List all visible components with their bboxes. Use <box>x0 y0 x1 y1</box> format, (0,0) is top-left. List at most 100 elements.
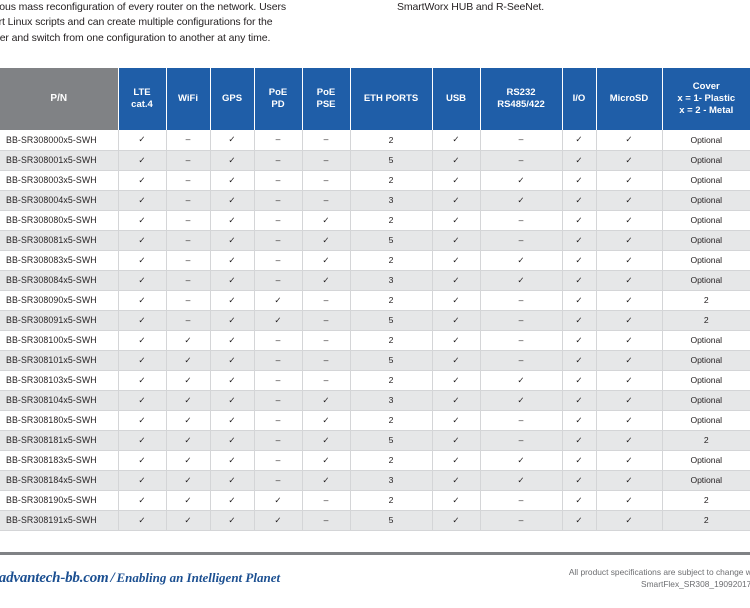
cell-microsd: ✓ <box>595 330 662 351</box>
cell-microsd: ✓ <box>595 430 662 451</box>
cell-lte: ✓ <box>117 270 166 291</box>
cell-wifi: – <box>165 190 210 211</box>
cell-microsd: ✓ <box>595 270 662 291</box>
cell-eth-ports: 2 <box>349 130 432 151</box>
cell-lte: ✓ <box>117 130 166 151</box>
cell-cover: Optional <box>661 270 750 291</box>
cell-pn: BB-SR308091x5-SWH <box>0 310 118 331</box>
cell-poe-pse: – <box>301 150 350 171</box>
table-body: BB-SR308000x5-SWH ✓ – ✓ – –2 ✓ – ✓ ✓ Optional BB-SR… <box>0 130 750 531</box>
footer-disclaimer-line-1: All product specifications are subject t… <box>568 567 750 577</box>
cell-usb: ✓ <box>431 290 480 311</box>
cell-rs232-rs485: – <box>479 150 562 171</box>
column-header-io: I/O <box>561 68 597 130</box>
cell-io: ✓ <box>561 510 596 531</box>
cell-gps: ✓ <box>209 410 254 431</box>
cell-poe-pd: – <box>253 250 302 271</box>
cell-gps: ✓ <box>209 270 254 291</box>
column-header-lte: LTE cat.4 <box>117 68 167 130</box>
cell-io: ✓ <box>561 430 596 451</box>
cell-poe-pse: ✓ <box>301 410 350 431</box>
table-row: BB-SR308084x5-SWH ✓ – ✓ – ✓ 3 ✓ ✓ ✓ ✓ Optional <box>0 270 750 291</box>
cell-poe-pd: – <box>253 470 302 491</box>
cell-wifi: ✓ <box>165 350 210 371</box>
column-header-rs-line-2: RS485/422 <box>497 99 545 110</box>
cell-cover: Optional <box>661 190 750 211</box>
cell-rs232-rs485: – <box>479 230 562 251</box>
cell-gps: ✓ <box>209 330 254 351</box>
cell-lte: ✓ <box>117 390 166 411</box>
column-header-poe-pd-line-2: PD <box>271 99 285 110</box>
cell-usb: ✓ <box>431 350 480 371</box>
footer-url-text: w.advantech-bb.com <box>0 570 109 586</box>
column-header-rs-line-1: RS232 <box>506 87 536 98</box>
cell-usb: ✓ <box>431 410 480 431</box>
cell-gps: ✓ <box>209 490 254 511</box>
cell-cover: 2 <box>661 490 750 511</box>
cell-usb: ✓ <box>431 470 480 491</box>
cell-poe-pse: – <box>301 490 350 511</box>
cell-poe-pse: – <box>301 510 350 531</box>
cell-io: ✓ <box>561 470 596 491</box>
cell-pn: BB-SR308001x5-SWH <box>0 150 118 171</box>
column-header-poe-pse-line-2: PSE <box>316 99 336 110</box>
cell-pn: BB-SR308004x5-SWH <box>0 190 118 211</box>
cell-pn: BB-SR308103x5-SWH <box>0 370 118 391</box>
cell-eth-ports: 5 <box>349 310 432 331</box>
cell-pn: BB-SR308183x5-SWH <box>0 450 118 471</box>
cell-pn: BB-SR308000x5-SWH <box>0 130 118 151</box>
cell-io: ✓ <box>561 350 596 371</box>
column-header-poe-pd-line-1: PoE <box>268 87 288 98</box>
column-header-eth-ports: ETH PORTS <box>349 68 433 130</box>
cell-poe-pd: ✓ <box>253 290 302 311</box>
cell-rs232-rs485: ✓ <box>479 390 562 411</box>
cell-cover: Optional <box>661 330 750 351</box>
cell-eth-ports: 2 <box>349 250 432 271</box>
cell-eth-ports: 2 <box>349 210 432 231</box>
cell-cover: Optional <box>661 250 750 271</box>
table-row: BB-SR308183x5-SWH ✓ ✓ ✓ – ✓ 2 ✓ ✓ ✓ ✓ Optional <box>0 450 750 471</box>
table-row: BB-SR308184x5-SWH ✓ ✓ ✓ – ✓ 3 ✓ ✓ ✓ ✓ Optional <box>0 470 750 491</box>
cell-wifi: – <box>165 310 210 331</box>
table-row: BB-SR308190x5-SWH ✓ ✓ ✓ ✓ –2 ✓ – ✓ ✓ 2 <box>0 490 750 511</box>
cell-lte: ✓ <box>117 230 166 251</box>
intro-right-line-1: SmartWorx HUB and R-SeeNet. <box>397 1 545 13</box>
column-header-cover-line-3: x = 2 - Metal <box>679 105 734 116</box>
cell-eth-ports: 3 <box>349 270 432 291</box>
cell-poe-pse: – <box>301 170 350 191</box>
cell-gps: ✓ <box>209 430 254 451</box>
cell-rs232-rs485: – <box>479 430 562 451</box>
intro-section: aneous mass reconfiguration of every rou… <box>0 0 750 64</box>
cell-lte: ✓ <box>117 410 166 431</box>
cell-eth-ports: 2 <box>349 330 432 351</box>
cell-rs232-rs485: ✓ <box>479 450 562 471</box>
table-row: BB-SR308081x5-SWH ✓ – ✓ – ✓ 5 ✓ – ✓ ✓ Optional <box>0 230 750 251</box>
cell-poe-pse: ✓ <box>301 390 350 411</box>
cell-microsd: ✓ <box>595 390 662 411</box>
table-row: BB-SR308091x5-SWH ✓ – ✓ ✓ –5 ✓ – ✓ ✓ 2 <box>0 310 750 331</box>
footer-website-link[interactable]: w.advantech-bb.com/Enabling an Intellige… <box>0 570 280 587</box>
table-header-row: P/N LTE cat.4 WiFi GPS PoE PD PoE PSE ET… <box>0 68 750 130</box>
cell-microsd: ✓ <box>595 510 662 531</box>
cell-rs232-rs485: – <box>479 290 562 311</box>
cell-microsd: ✓ <box>595 310 662 331</box>
cell-poe-pse: ✓ <box>301 470 350 491</box>
cell-gps: ✓ <box>209 310 254 331</box>
cell-poe-pse: ✓ <box>301 450 350 471</box>
cell-gps: ✓ <box>209 130 254 151</box>
cell-poe-pse: – <box>301 350 350 371</box>
cell-microsd: ✓ <box>595 470 662 491</box>
cell-poe-pse: ✓ <box>301 430 350 451</box>
cell-usb: ✓ <box>431 390 480 411</box>
column-header-microsd: MicroSD <box>595 68 663 130</box>
intro-right-column: SmartWorx HUB and R-SeeNet. <box>397 0 747 15</box>
cell-lte: ✓ <box>117 510 166 531</box>
product-specification-table: P/N LTE cat.4 WiFi GPS PoE PD PoE PSE ET… <box>0 68 750 531</box>
cell-microsd: ✓ <box>595 410 662 431</box>
cell-poe-pse: – <box>301 330 350 351</box>
cell-poe-pd: – <box>253 150 302 171</box>
cell-usb: ✓ <box>431 130 480 151</box>
cell-eth-ports: 2 <box>349 290 432 311</box>
cell-gps: ✓ <box>209 190 254 211</box>
cell-gps: ✓ <box>209 390 254 411</box>
